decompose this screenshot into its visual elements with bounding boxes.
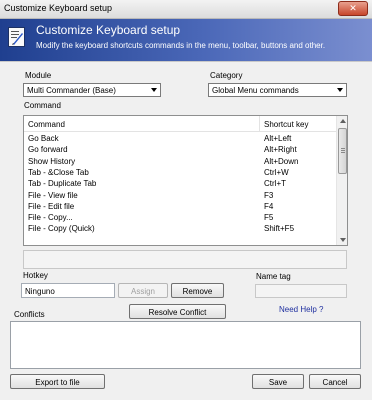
export-to-file-button[interactable]: Export to file — [10, 374, 105, 389]
conflicts-box[interactable] — [10, 321, 361, 369]
header-subtitle: Modify the keyboard shortcuts commands i… — [36, 41, 326, 50]
module-select[interactable]: Multi Commander (Base) — [23, 83, 161, 97]
header-divider — [0, 61, 372, 62]
resolve-conflict-button[interactable]: Resolve Conflict — [129, 304, 226, 319]
command-row[interactable]: Tab - &Close Tab Ctrl+W — [24, 167, 336, 178]
command-name-cell: File - Copy (Quick) — [28, 224, 95, 234]
need-help-link[interactable]: Need Help ? — [279, 305, 323, 314]
command-row[interactable]: File - Copy (Quick) Shift+F5 — [24, 223, 336, 234]
command-row[interactable]: Show History Alt+Down — [24, 156, 336, 167]
shortcut-key-cell: F3 — [264, 190, 274, 200]
command-name-cell: Tab - &Close Tab — [28, 167, 89, 177]
command-name-cell: Tab - Duplicate Tab — [28, 179, 97, 189]
conflicts-label: Conflicts — [14, 310, 45, 319]
shortcut-key-cell: Shift+F5 — [264, 224, 295, 234]
window-title: Customize Keyboard setup — [4, 3, 113, 13]
cancel-button-label: Cancel — [322, 378, 348, 387]
shortcut-key-cell: Ctrl+W — [264, 167, 289, 177]
header-title: Customize Keyboard setup — [36, 23, 181, 37]
resolve-conflict-button-label: Resolve Conflict — [148, 308, 207, 317]
shortcut-key-cell: F5 — [264, 213, 274, 223]
module-select-value: Multi Commander (Base) — [27, 86, 116, 95]
category-select[interactable]: Global Menu commands — [208, 83, 347, 97]
column-divider[interactable] — [259, 116, 260, 131]
chevron-down-icon — [337, 88, 343, 92]
category-select-value: Global Menu commands — [212, 86, 299, 95]
command-name-cell: Go forward — [28, 145, 68, 155]
hotkey-input[interactable]: Ninguno — [21, 283, 115, 298]
command-list[interactable]: Command Shortcut key Go Back Alt+Left Go f… — [23, 115, 348, 246]
grip-line — [341, 150, 345, 151]
hotkey-input-value: Ninguno — [25, 287, 55, 296]
name-tag-label: Name tag — [256, 272, 291, 281]
shortcut-key-cell: Alt+Right — [264, 145, 297, 155]
assign-button[interactable]: Assign — [118, 283, 168, 298]
chevron-down-icon — [151, 88, 157, 92]
hotkey-label: Hotkey — [23, 271, 48, 280]
save-button[interactable]: Save — [252, 374, 304, 389]
remove-button-label: Remove — [182, 287, 213, 296]
shortcut-key-cell: Ctrl+T — [264, 179, 286, 189]
scroll-up-button[interactable] — [337, 116, 347, 126]
vertical-scrollbar[interactable] — [336, 116, 347, 245]
command-name-cell: Show History — [28, 156, 76, 166]
category-label: Category — [210, 71, 243, 80]
command-row[interactable]: File - Edit file F4 — [24, 201, 336, 212]
shortcut-key-cell: F4 — [264, 201, 274, 211]
scroll-down-button[interactable] — [337, 235, 347, 245]
header-banner: Customize Keyboard setup Modify the keyb… — [0, 19, 372, 61]
module-label: Module — [25, 71, 52, 80]
command-row[interactable]: Go forward Alt+Right — [24, 144, 336, 155]
command-name-cell: File - Copy... — [28, 213, 73, 223]
command-row[interactable]: File - View file F3 — [24, 190, 336, 201]
command-row[interactable]: Tab - Duplicate Tab Ctrl+T — [24, 178, 336, 189]
keyboard-setup-icon — [8, 27, 25, 47]
scroll-thumb[interactable] — [338, 128, 347, 174]
command-description-box — [23, 250, 347, 269]
command-list-label: Command — [24, 101, 61, 110]
grip-line — [341, 152, 345, 153]
command-list-header: Command Shortcut key — [24, 116, 336, 132]
arrow-up-icon — [340, 119, 346, 123]
export-button-label: Export to file — [35, 378, 80, 387]
command-row[interactable]: File - Copy... F5 — [24, 212, 336, 223]
grip-line — [341, 148, 345, 149]
command-row[interactable]: Go Back Alt+Left — [24, 133, 336, 144]
close-button[interactable]: ✕ — [338, 1, 368, 16]
close-icon: ✕ — [349, 3, 357, 13]
command-name-cell: Go Back — [28, 134, 59, 143]
title-bar: Customize Keyboard setup ✕ — [0, 0, 372, 19]
shortcut-key-cell: Alt+Down — [264, 156, 299, 166]
column-header-shortcut[interactable]: Shortcut key — [264, 120, 308, 129]
save-button-label: Save — [268, 378, 288, 387]
cancel-button[interactable]: Cancel — [309, 374, 361, 389]
shortcut-key-cell: Alt+Left — [264, 134, 292, 143]
remove-button[interactable]: Remove — [171, 283, 224, 298]
assign-button-label: Assign — [130, 287, 155, 296]
command-name-cell: File - View file — [28, 190, 78, 200]
arrow-down-icon — [340, 238, 346, 242]
command-name-cell: File - Edit file — [28, 201, 75, 211]
name-tag-field — [255, 284, 347, 298]
column-header-command[interactable]: Command — [28, 120, 65, 129]
